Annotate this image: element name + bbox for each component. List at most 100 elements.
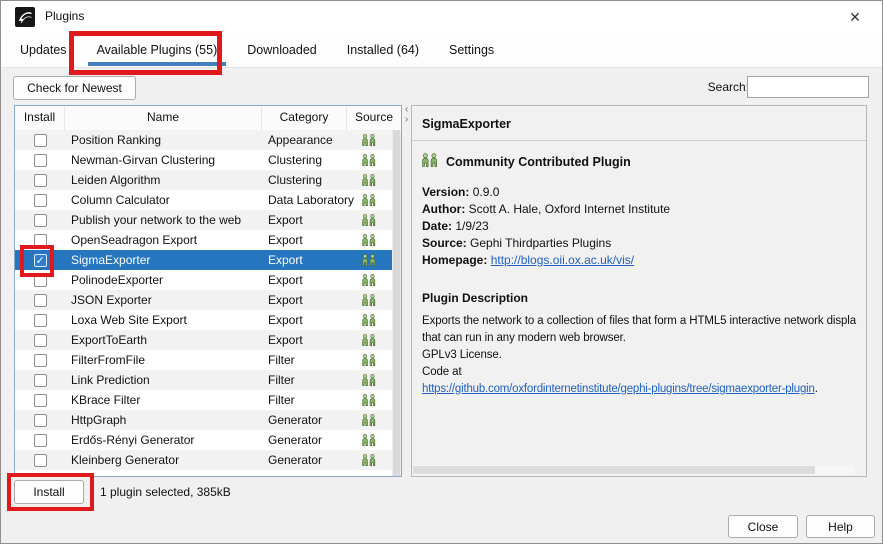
install-checkbox[interactable] — [33, 153, 47, 167]
table-row[interactable]: Leiden Algorithm Clustering — [15, 170, 392, 190]
install-cell — [15, 350, 65, 370]
table-row[interactable]: PolinodeExporter Export — [15, 270, 392, 290]
install-checkbox[interactable] — [33, 413, 47, 427]
community-badge: Community Contributed Plugin — [412, 141, 866, 170]
community-source-icon — [362, 254, 376, 266]
community-source-icon — [362, 274, 376, 286]
table-row[interactable]: OpenSeadragon Export Export — [15, 230, 392, 250]
install-checkbox[interactable] — [33, 293, 47, 307]
table-row[interactable]: KBrace Filter Filter — [15, 390, 392, 410]
install-checkbox[interactable] — [33, 433, 47, 447]
table-row[interactable]: Kleinberg Generator Generator — [15, 450, 392, 470]
table-body: Position Ranking Appearance Newman-Girva… — [15, 130, 392, 476]
tab-settings[interactable]: Settings — [434, 33, 509, 67]
header-category[interactable]: Category — [262, 106, 347, 130]
plugin-category-cell: Filter — [268, 393, 295, 407]
window-title: Plugins — [45, 9, 85, 23]
install-checkbox[interactable] — [33, 233, 47, 247]
table-row[interactable]: HttpGraph Generator — [15, 410, 392, 430]
plugin-category-cell: Export — [268, 333, 303, 347]
table-row[interactable]: Publish your network to the web Export — [15, 210, 392, 230]
plugin-category-cell: Export — [268, 273, 303, 287]
install-cell — [15, 330, 65, 350]
table-row[interactable]: Newman-Girvan Clustering Clustering — [15, 150, 392, 170]
table-row[interactable]: Loxa Web Site Export Export — [15, 310, 392, 330]
community-source-icon — [362, 154, 376, 166]
plugin-category-cell: Appearance — [268, 133, 333, 147]
search-input[interactable] — [747, 76, 869, 98]
tab-installed[interactable]: Installed (64) — [332, 33, 434, 67]
plugin-name-cell: Kleinberg Generator — [71, 453, 180, 467]
description-line: GPLv3 License. — [422, 349, 502, 361]
table-row[interactable]: SigmaExporter Export — [15, 250, 392, 271]
description-line: that can run in any modern web browser. — [422, 332, 626, 344]
community-badge-label: Community Contributed Plugin — [446, 154, 631, 169]
install-checkbox[interactable] — [33, 273, 47, 287]
splitter-handle[interactable]: ‹ › — [402, 105, 411, 477]
table-row[interactable]: Position Ranking Appearance — [15, 130, 392, 150]
help-button[interactable]: Help — [806, 515, 875, 538]
gephi-logo-icon — [15, 7, 35, 27]
install-checkbox[interactable] — [33, 313, 47, 327]
header-install[interactable]: Install — [15, 106, 65, 130]
header-source[interactable]: Source — [347, 106, 401, 130]
plugin-category-cell: Export — [268, 233, 303, 247]
table-row[interactable]: Column Calculator Data Laboratory — [15, 190, 392, 210]
install-checkbox[interactable] — [33, 453, 47, 467]
install-checkbox[interactable] — [33, 251, 47, 271]
panel-horizontal-scrollbar[interactable] — [413, 465, 855, 475]
plugin-category-cell: Filter — [268, 353, 295, 367]
community-source-icon — [362, 294, 376, 306]
meta-line: Source: Gephi Thirdparties Plugins — [422, 236, 612, 250]
install-cell — [15, 130, 65, 150]
close-button[interactable]: Close — [728, 515, 798, 538]
plugin-source-cell — [347, 270, 392, 290]
plugin-detail-title: SigmaExporter — [412, 106, 866, 141]
plugin-name-cell: FilterFromFile — [71, 353, 145, 367]
plugin-category-cell: Data Laboratory — [268, 193, 355, 207]
install-cell — [15, 390, 65, 410]
homepage-link[interactable]: http://blogs.oii.ox.ac.uk/vis/ — [491, 253, 634, 267]
window-close-icon[interactable]: ✕ — [844, 7, 866, 27]
install-checkbox[interactable] — [33, 333, 47, 347]
install-checkbox[interactable] — [33, 373, 47, 387]
table-row[interactable]: ExportToEarth Export — [15, 330, 392, 350]
scrollbar-thumb[interactable] — [393, 130, 400, 476]
code-repository-link[interactable]: https://github.com/oxfordinternetinstitu… — [422, 383, 815, 395]
plugins-table: Install Name Category Source Position Ra… — [14, 105, 402, 477]
tab-downloaded[interactable]: Downloaded — [232, 33, 332, 67]
plugin-source-cell — [347, 170, 392, 190]
plugin-source-cell — [347, 130, 392, 150]
plugin-meta: Version: 0.9.0 Author: Scott A. Hale, Oxf… — [412, 170, 866, 269]
tab-updates[interactable]: Updates — [5, 33, 82, 67]
plugin-source-cell — [347, 250, 392, 270]
install-button[interactable]: Install — [14, 480, 84, 504]
install-checkbox[interactable] — [33, 133, 47, 147]
expand-right-icon[interactable]: › — [402, 115, 411, 125]
community-source-icon — [362, 354, 376, 366]
plugin-name-cell: JSON Exporter — [71, 293, 152, 307]
search-label: Search: — [707, 80, 749, 94]
tab-available-plugins[interactable]: Available Plugins (55) — [82, 33, 233, 67]
community-source-icon — [362, 374, 376, 386]
header-name[interactable]: Name — [65, 106, 262, 130]
table-row[interactable]: Link Prediction Filter — [15, 370, 392, 390]
install-checkbox[interactable] — [33, 213, 47, 227]
description-line: Code at — [422, 366, 462, 378]
plugin-details-panel: SigmaExporter Community Contributed Plug… — [411, 105, 867, 477]
install-cell — [15, 270, 65, 290]
plugin-name-cell: PolinodeExporter — [71, 273, 164, 287]
plugin-category-cell: Export — [268, 213, 303, 227]
plugin-name-cell: Leiden Algorithm — [71, 173, 161, 187]
check-for-newest-button[interactable]: Check for Newest — [13, 76, 136, 100]
scrollbar-thumb[interactable] — [413, 466, 816, 474]
table-row[interactable]: JSON Exporter Export — [15, 290, 392, 310]
table-row[interactable]: FilterFromFile Filter — [15, 350, 392, 370]
install-checkbox[interactable] — [33, 173, 47, 187]
install-checkbox[interactable] — [33, 193, 47, 207]
install-checkbox[interactable] — [33, 393, 47, 407]
table-row[interactable]: Erdős-Rényi Generator Generator — [15, 430, 392, 450]
table-vertical-scrollbar[interactable] — [392, 130, 401, 476]
install-checkbox[interactable] — [33, 353, 47, 367]
plugin-category-cell: Filter — [268, 373, 295, 387]
